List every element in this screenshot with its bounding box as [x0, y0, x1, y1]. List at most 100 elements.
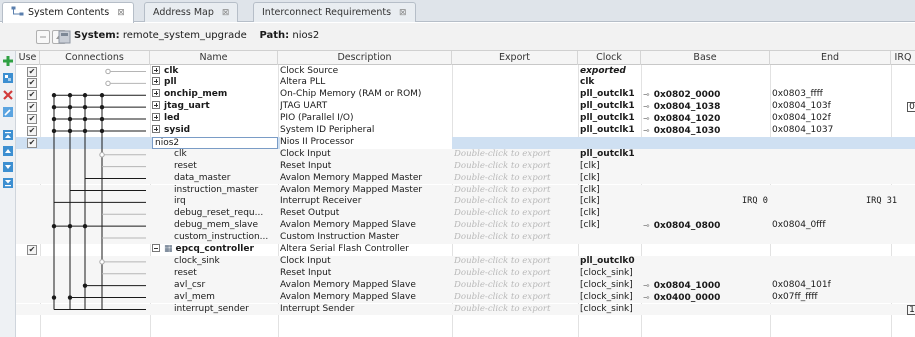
table-row[interactable]: clk Clock Input Double-click to export pll_…: [16, 148, 915, 161]
export-hint[interactable]: Double-click to export: [454, 292, 578, 304]
table-row[interactable]: ✔ pll Altera PLL clk: [16, 77, 915, 89]
export-hint[interactable]: Double-click to export: [454, 149, 578, 161]
column-header-description[interactable]: Description: [278, 51, 452, 65]
clock-value[interactable]: exported: [580, 66, 641, 78]
component-name[interactable]: avl_mem: [174, 292, 278, 304]
export-hint[interactable]: Double-click to export: [454, 185, 578, 197]
table-row[interactable]: ✔ sysid System ID Peripheral pll_outclk1 ⊸ 0x…: [16, 125, 915, 137]
connection-dot[interactable]: [99, 128, 105, 134]
table-row[interactable]: reset Reset Input Double-click to export [c…: [16, 160, 915, 173]
lock-icon[interactable]: ⊸: [643, 126, 650, 135]
close-icon[interactable]: ⊠: [222, 8, 230, 18]
column-header-base[interactable]: Base: [641, 51, 770, 65]
add-icon[interactable]: [2, 55, 14, 67]
tab-system-contents[interactable]: System Contents ⊠: [2, 2, 134, 23]
close-icon[interactable]: ⊠: [399, 8, 407, 18]
irq-value[interactable]: 1: [907, 304, 915, 315]
use-checkbox[interactable]: ✔: [27, 137, 37, 148]
move-bottom-icon[interactable]: [2, 177, 14, 189]
connection-dot-empty[interactable]: [105, 68, 111, 75]
clock-value[interactable]: pll_outclk1: [580, 101, 641, 113]
clock-value[interactable]: [clk]: [580, 161, 641, 173]
expand-icon[interactable]: [152, 125, 160, 133]
expand-icon[interactable]: [152, 101, 160, 110]
clock-value[interactable]: [clk]: [580, 185, 641, 197]
component-name[interactable]: debug_mem_slave: [174, 220, 278, 232]
clock-value[interactable]: pll_outclk1: [580, 89, 641, 101]
move-up-icon[interactable]: [2, 145, 14, 157]
lock-icon[interactable]: ⊸: [643, 293, 650, 302]
clock-value[interactable]: [clock_sink]: [580, 292, 641, 304]
clock-value[interactable]: [clock_sink]: [580, 304, 641, 316]
connection-dot-empty[interactable]: [99, 152, 105, 158]
collapse-all-button[interactable]: [36, 30, 50, 44]
move-top-icon[interactable]: [2, 129, 14, 141]
clock-value[interactable]: pll_outclk1: [580, 113, 641, 125]
move-down-icon[interactable]: [2, 161, 14, 173]
clock-value[interactable]: clk: [580, 77, 641, 89]
connection-dot[interactable]: [82, 128, 88, 134]
table-row[interactable]: avl_csr Avalon Memory Mapped Slave Double-…: [16, 279, 915, 292]
column-header-connections[interactable]: Connections: [40, 51, 150, 65]
component-name[interactable]: jtag_uart: [152, 101, 278, 113]
connection-dot[interactable]: [51, 128, 57, 134]
export-hint[interactable]: Double-click to export: [454, 220, 578, 232]
connection-dot[interactable]: [99, 93, 105, 98]
base-address[interactable]: ⊸ 0x0804_0800: [643, 220, 770, 232]
use-checkbox[interactable]: ✔: [27, 90, 37, 101]
table-row[interactable]: ✔ led PIO (Parallel I/O) pll_outclk1 ⊸ 0x0804…: [16, 113, 915, 125]
connection-dot[interactable]: [67, 116, 73, 122]
clock-value[interactable]: [clk]: [580, 220, 641, 232]
expand-icon[interactable]: [152, 65, 160, 74]
column-header-name[interactable]: Name: [150, 51, 278, 65]
clock-value[interactable]: [clk]: [580, 196, 641, 208]
use-checkbox[interactable]: ✔: [27, 126, 37, 136]
base-address[interactable]: ⊸ 0x0804_1020: [643, 113, 770, 125]
close-icon[interactable]: ⊠: [117, 8, 125, 18]
export-hint[interactable]: Double-click to export: [454, 161, 578, 173]
irq-value[interactable]: 0: [907, 102, 915, 113]
base-address[interactable]: ⊸ 0x0804_1030: [643, 125, 770, 137]
component-name[interactable]: reset: [174, 161, 278, 173]
component-name[interactable]: onchip_mem: [152, 89, 278, 101]
use-checkbox[interactable]: ✔: [27, 102, 37, 113]
clock-value[interactable]: [clk]: [580, 173, 641, 185]
clock-value[interactable]: [clock_sink]: [580, 268, 641, 280]
component-name[interactable]: clock_sink: [174, 256, 278, 268]
remove-icon[interactable]: [2, 89, 14, 101]
table-row[interactable]: ✔ nios2 Nios II Processor: [16, 136, 915, 149]
export-hint[interactable]: Double-click to export: [454, 268, 578, 280]
connection-dot[interactable]: [99, 104, 105, 110]
column-header-clock[interactable]: Clock: [578, 51, 641, 65]
base-address[interactable]: ⊸ 0x0400_0000: [643, 292, 770, 304]
table-row[interactable]: instruction_master Avalon Memory Mapped M…: [16, 184, 915, 197]
component-name[interactable]: reset: [174, 268, 278, 280]
column-header-export[interactable]: Export: [452, 51, 578, 65]
edit-icon[interactable]: [2, 106, 14, 118]
export-hint[interactable]: Double-click to export: [454, 173, 578, 185]
table-row[interactable]: custom_instruction... Custom Instruction …: [16, 232, 915, 244]
component-name[interactable]: data_master: [174, 173, 278, 185]
component-name[interactable]: sysid: [152, 125, 278, 137]
component-name[interactable]: led: [152, 113, 278, 125]
table-row[interactable]: ✔ ▦ epcq_controller Altera Serial Flash Con…: [16, 244, 915, 256]
table-row[interactable]: clock_sink Clock Input Double-click to exp…: [16, 255, 915, 268]
clock-value[interactable]: [clk]: [580, 208, 641, 220]
connection-dot[interactable]: [82, 116, 88, 122]
connection-dot[interactable]: [51, 93, 57, 98]
table-row[interactable]: data_master Avalon Memory Mapped Master Do…: [16, 172, 915, 185]
use-checkbox[interactable]: ✔: [27, 114, 37, 125]
connection-dot[interactable]: [99, 116, 105, 122]
component-name[interactable]: nios2: [152, 136, 278, 149]
component-name[interactable]: custom_instruction...: [174, 232, 278, 244]
collapse-icon[interactable]: [152, 244, 160, 252]
connection-dot[interactable]: [67, 104, 73, 110]
export-hint[interactable]: Double-click to export: [454, 304, 578, 316]
lock-icon[interactable]: ⊸: [643, 102, 650, 111]
connection-dot[interactable]: [51, 295, 57, 300]
base-address[interactable]: ⊸ 0x0802_0000: [643, 89, 770, 101]
group-icon[interactable]: [2, 72, 14, 84]
table-row[interactable]: irq Interrupt Receiver Double-click to exp…: [16, 196, 915, 209]
component-name[interactable]: interrupt_sender: [174, 304, 278, 316]
connection-dot-empty[interactable]: [105, 80, 111, 87]
